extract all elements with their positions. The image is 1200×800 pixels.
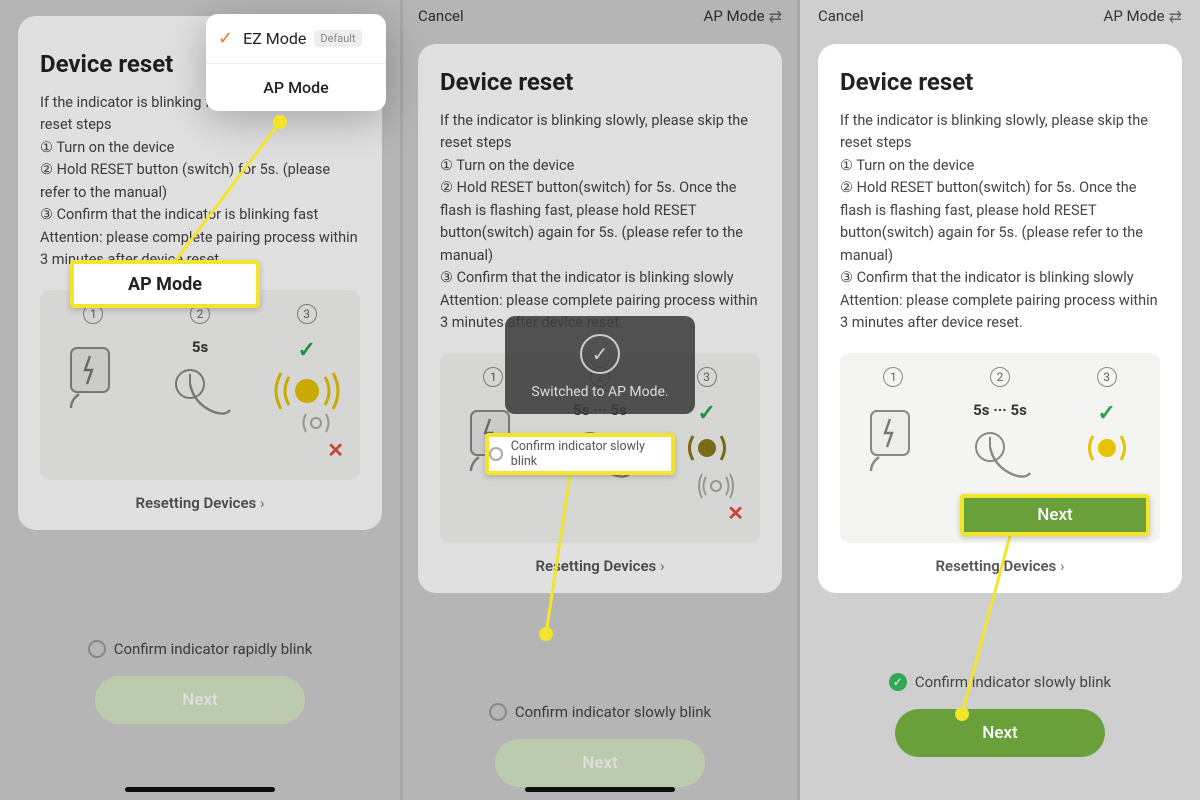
- cancel-button[interactable]: Cancel: [418, 7, 464, 25]
- confirm-label: Confirm indicator slowly blink: [515, 703, 711, 721]
- home-indicator: [525, 787, 675, 792]
- confirm-checkbox[interactable]: Confirm indicator rapidly blink: [0, 640, 400, 658]
- timing-label: 5s ··· 5s: [973, 401, 1027, 419]
- step-badge-3: 3: [1097, 367, 1117, 387]
- screen-2: Cancel AP Mode ⇄ Device reset If the ind…: [400, 0, 800, 800]
- next-button-disabled[interactable]: Next: [495, 739, 705, 787]
- mode-selector[interactable]: AP Mode ⇄: [704, 7, 782, 26]
- next-button-disabled[interactable]: Next: [95, 676, 305, 724]
- confirm-label: Confirm indicator slowly blink: [915, 673, 1111, 691]
- pulse-slow-icon: [1077, 426, 1137, 470]
- screen-1: Device reset If the indicator is blinkin…: [0, 0, 400, 800]
- instruction-text: If the indicator is blinking slowly, ple…: [840, 110, 1160, 335]
- check-circle-icon: ✓: [580, 334, 620, 374]
- pulse-slow-icon: [677, 426, 737, 470]
- confirm-checkbox[interactable]: Confirm indicator slowly blink: [800, 673, 1200, 691]
- step-badge-2: 2: [990, 367, 1010, 387]
- press-icon: [964, 419, 1036, 491]
- step-badge-3: 3: [297, 304, 317, 324]
- page-title: Device reset: [840, 68, 1160, 96]
- dropdown-ez-mode[interactable]: ✓ EZ Mode Default: [206, 14, 386, 63]
- callout-confirm: Confirm indicator slowly blink: [485, 433, 675, 475]
- confirm-label: Confirm indicator rapidly blink: [114, 640, 313, 658]
- dropdown-ap-mode[interactable]: AP Mode: [206, 63, 386, 111]
- swap-icon: ⇄: [1169, 7, 1182, 26]
- home-indicator: [125, 787, 275, 792]
- plug-icon: [65, 342, 121, 410]
- resetting-devices-link[interactable]: Resetting Devices ›: [440, 557, 760, 575]
- mode-selector[interactable]: AP Mode ⇄: [1104, 7, 1182, 26]
- toast: ✓ Switched to AP Mode.: [505, 316, 695, 414]
- chevron-right-icon: ›: [1060, 557, 1065, 575]
- next-button[interactable]: Next: [895, 709, 1105, 757]
- pulse-slow-icon: [296, 408, 336, 438]
- reset-diagram: 1 2 5s 3 ✓ ✕: [40, 290, 360, 480]
- confirm-checkbox[interactable]: Confirm indicator slowly blink: [400, 703, 800, 721]
- check-icon: ✓: [697, 401, 715, 426]
- instruction-text: If the indicator is blinking fast, pleas…: [40, 92, 360, 272]
- resetting-devices-link[interactable]: Resetting Devices ›: [840, 557, 1160, 575]
- radio-checked-icon: [889, 673, 907, 691]
- callout-ap-mode: AP Mode: [70, 260, 260, 308]
- mode-dropdown: ✓ EZ Mode Default AP Mode: [206, 14, 386, 111]
- cancel-button[interactable]: Cancel: [818, 7, 864, 25]
- step-badge-1: 1: [883, 367, 903, 387]
- step-badge-3: 3: [697, 367, 717, 387]
- resetting-devices-link[interactable]: Resetting Devices ›: [40, 494, 360, 512]
- radio-unchecked-icon: [489, 703, 507, 721]
- check-icon: ✓: [297, 338, 315, 363]
- press-icon: [164, 356, 236, 428]
- x-icon: ✕: [727, 501, 744, 525]
- radio-unchecked-icon: [88, 640, 106, 658]
- default-badge: Default: [314, 30, 361, 47]
- chevron-right-icon: ›: [260, 494, 265, 512]
- step-badge-1: 1: [483, 367, 503, 387]
- timing-label: 5s: [192, 338, 208, 356]
- pulse-fast-icon: [696, 471, 736, 501]
- screen-3: Cancel AP Mode ⇄ Device reset If the ind…: [800, 0, 1200, 800]
- instruction-text: If the indicator is blinking slowly, ple…: [440, 110, 760, 335]
- swap-icon: ⇄: [769, 7, 782, 26]
- chevron-right-icon: ›: [660, 557, 665, 575]
- callout-next: Next: [960, 494, 1150, 536]
- check-icon: ✓: [218, 28, 233, 49]
- toast-message: Switched to AP Mode.: [515, 384, 685, 400]
- check-icon: ✓: [1097, 401, 1115, 426]
- plug-icon: [865, 405, 921, 473]
- page-title: Device reset: [440, 68, 760, 96]
- x-icon: ✕: [327, 438, 344, 462]
